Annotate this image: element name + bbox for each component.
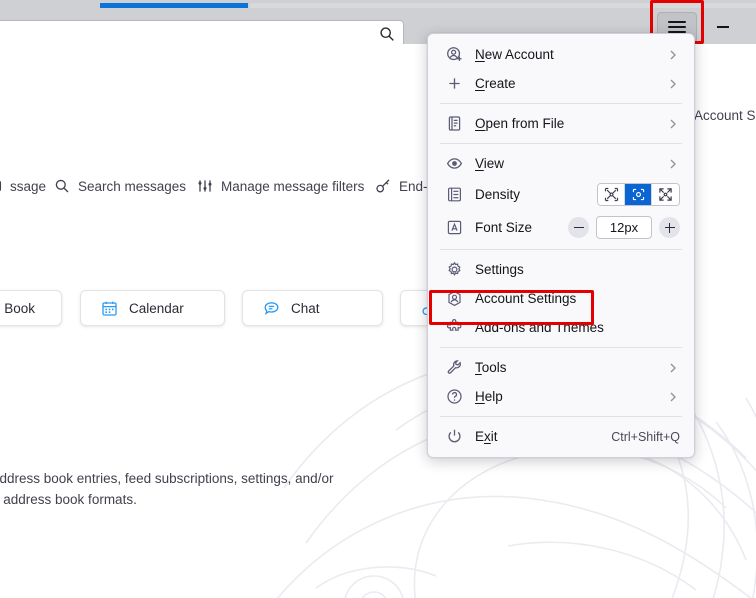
relaxed-icon (659, 188, 672, 201)
toolbar-item-message[interactable]: ssage (0, 178, 46, 194)
compact-icon (604, 187, 618, 202)
card-address-book[interactable]: ss Book (0, 290, 62, 326)
chevron-right-icon (670, 79, 676, 88)
menu-item-font-size: Font Size 12px (432, 211, 690, 244)
account-icon (448, 290, 461, 307)
menu-item-label: New Account (475, 47, 554, 62)
account-settings-link[interactable]: Account Set (694, 108, 756, 123)
message-icon (0, 180, 2, 192)
app-menu-panel: New Account Create Open from File View D… (427, 33, 695, 458)
font-size-increase-button[interactable] (659, 217, 680, 238)
card-calendar[interactable]: Calendar (80, 290, 225, 326)
card-chat[interactable]: Chat (242, 290, 383, 326)
power-icon (448, 429, 461, 443)
tab-strip (0, 0, 756, 8)
font-size-decrease-button[interactable] (568, 217, 589, 238)
menu-item-label: Tools (475, 360, 507, 375)
new-account-icon (447, 47, 462, 61)
default-density-icon (632, 188, 644, 201)
menu-separator (440, 347, 682, 348)
menu-item-label: Density (475, 187, 521, 202)
menu-item-label: Font Size (475, 220, 533, 235)
toolbar-label: ssage (10, 178, 47, 194)
font-size-stepper: 12px (568, 216, 680, 239)
density-toggle-group (597, 183, 680, 206)
menu-item-account-settings[interactable]: Account Settings (432, 284, 690, 313)
menu-item-label: Exit (475, 429, 498, 444)
wrench-icon (447, 360, 461, 374)
density-option-compact[interactable] (598, 184, 625, 205)
chat-icon (264, 301, 279, 315)
menu-separator (440, 416, 682, 417)
puzzle-icon (446, 319, 462, 331)
menu-separator (440, 103, 682, 104)
menu-item-label: Create (475, 76, 516, 91)
chevron-right-icon (670, 50, 676, 59)
menu-item-help[interactable]: Help (432, 382, 690, 411)
menu-separator (440, 249, 682, 250)
card-label: Chat (291, 300, 320, 316)
gear-icon (448, 261, 461, 276)
menu-item-label: Help (475, 389, 503, 404)
calendar-icon (102, 301, 117, 316)
minimize-button[interactable] (706, 13, 740, 41)
minus-icon (573, 226, 584, 229)
toolbar-item-manage-message-filters[interactable]: Manage message filters (197, 178, 364, 194)
description-line-2: n address book formats. (0, 492, 137, 507)
toolbar-label: Search messages (78, 178, 187, 194)
menu-item-settings[interactable]: Settings (432, 255, 690, 284)
menu-item-open-from-file[interactable]: Open from File (432, 109, 690, 138)
menu-item-create[interactable]: Create (432, 69, 690, 98)
plus-icon (664, 222, 675, 233)
card-label: Calendar (129, 300, 184, 316)
density-option-default[interactable] (625, 184, 652, 205)
density-option-relaxed[interactable] (652, 184, 679, 205)
menu-item-tools[interactable]: Tools (432, 353, 690, 382)
app-window: Account Set ssage Search messages (0, 0, 756, 598)
menu-item-addons-and-themes[interactable]: Add-ons and Themes (432, 313, 690, 342)
menu-item-exit[interactable]: Exit Ctrl+Shift+Q (432, 422, 690, 451)
chevron-right-icon (670, 159, 676, 168)
chevron-right-icon (670, 119, 676, 128)
menu-item-label: Settings (475, 262, 524, 277)
search-icon (55, 179, 69, 193)
menu-item-label: View (475, 156, 505, 171)
plus-icon (449, 78, 460, 89)
page-description: address book entries, feed subscriptions… (0, 468, 412, 510)
toolbar-item-search-messages[interactable]: Search messages (54, 178, 186, 194)
eye-icon (446, 158, 463, 169)
font-size-value[interactable]: 12px (596, 216, 652, 239)
minimize-icon (717, 26, 729, 28)
menu-item-density: Density (432, 178, 690, 211)
chevron-right-icon (670, 363, 676, 372)
file-icon (448, 116, 461, 131)
menu-separator (440, 143, 682, 144)
key-icon (376, 179, 390, 193)
chevron-right-icon (670, 392, 676, 401)
card-label: ss Book (0, 300, 36, 316)
filters-icon (198, 180, 212, 192)
menu-item-label: Add-ons and Themes (475, 320, 604, 335)
search-icon (380, 27, 394, 41)
density-icon (447, 187, 462, 202)
menu-item-label: Open from File (475, 116, 565, 131)
menu-item-view[interactable]: View (432, 149, 690, 178)
font-size-icon (447, 220, 462, 235)
help-icon (447, 389, 462, 404)
menu-item-shortcut: Ctrl+Shift+Q (611, 429, 680, 444)
menu-item-new-account[interactable]: New Account (432, 40, 690, 69)
toolbar-label: Manage message filters (221, 178, 365, 194)
menu-item-label: Account Settings (475, 291, 577, 306)
description-line-1: address book entries, feed subscriptions… (0, 471, 334, 486)
